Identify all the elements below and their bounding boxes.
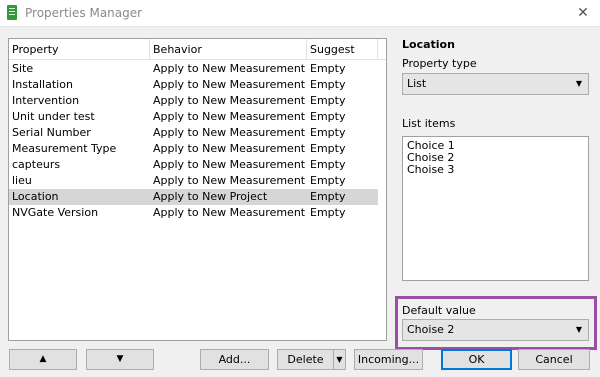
- property-type-label: Property type: [402, 57, 477, 70]
- cell-behavior: Apply to New Measurement: [153, 94, 306, 107]
- column-header-suggest[interactable]: Suggest: [307, 39, 378, 60]
- cell-property: Location: [12, 190, 59, 203]
- properties-table[interactable]: Property Behavior Suggest Site Apply to …: [8, 38, 387, 341]
- delete-menu-arrow[interactable]: ▼: [333, 349, 346, 370]
- cell-behavior: Apply to New Measurement: [153, 78, 306, 91]
- chevron-down-icon: ▼: [575, 325, 583, 334]
- cell-property: Unit under test: [12, 110, 95, 123]
- cell-property: Serial Number: [12, 126, 91, 139]
- cancel-button[interactable]: Cancel: [518, 349, 590, 370]
- spreadsheet-icon: [7, 5, 17, 20]
- list-items-label: List items: [402, 117, 456, 130]
- table-row[interactable]: Site Apply to New Measurement Empty: [9, 61, 378, 77]
- table-body: Site Apply to New Measurement Empty Inst…: [9, 61, 386, 221]
- cell-suggest: Empty: [310, 126, 346, 139]
- cell-suggest: Empty: [310, 158, 346, 171]
- table-row[interactable]: lieu Apply to New Measurement Empty: [9, 173, 378, 189]
- cell-suggest: Empty: [310, 190, 346, 203]
- cell-property: Installation: [12, 78, 73, 91]
- cell-suggest: Empty: [310, 78, 346, 91]
- cell-property: capteurs: [12, 158, 61, 171]
- cell-suggest: Empty: [310, 142, 346, 155]
- move-up-button[interactable]: ▲: [9, 349, 77, 370]
- list-items-textarea[interactable]: Choice 1 Choise 2 Choise 3: [402, 136, 589, 281]
- table-row[interactable]: Measurement Type Apply to New Measuremen…: [9, 141, 378, 157]
- cell-suggest: Empty: [310, 110, 346, 123]
- table-row[interactable]: Intervention Apply to New Measurement Em…: [9, 93, 378, 109]
- cell-behavior: Apply to New Project: [153, 190, 268, 203]
- cell-behavior: Apply to New Measurement: [153, 62, 306, 75]
- cell-suggest: Empty: [310, 94, 346, 107]
- add-button[interactable]: Add...: [200, 349, 269, 370]
- incoming-button[interactable]: Incoming...: [354, 349, 423, 370]
- property-type-value: List: [407, 77, 427, 90]
- cell-suggest: Empty: [310, 62, 346, 75]
- chevron-down-icon: ▼: [575, 79, 583, 88]
- window-title: Properties Manager: [25, 6, 143, 20]
- cell-behavior: Apply to New Measurement: [153, 174, 306, 187]
- table-row[interactable]: capteurs Apply to New Measurement Empty: [9, 157, 378, 173]
- table-row[interactable]: Serial Number Apply to New Measurement E…: [9, 125, 378, 141]
- cell-behavior: Apply to New Measurement: [153, 206, 306, 219]
- cell-behavior: Apply to New Measurement: [153, 158, 306, 171]
- table-row-selected[interactable]: Location Apply to New Project Empty: [9, 189, 378, 205]
- close-button[interactable]: ✕: [568, 3, 598, 23]
- cell-property: Measurement Type: [12, 142, 117, 155]
- cell-property: lieu: [12, 174, 32, 187]
- title-bar: Properties Manager ✕: [0, 0, 600, 27]
- table-header: Property Behavior Suggest: [9, 39, 386, 60]
- list-item: Choise 3: [407, 163, 455, 176]
- property-type-select[interactable]: List ▼: [402, 73, 589, 95]
- table-row[interactable]: Unit under test Apply to New Measurement…: [9, 109, 378, 125]
- cell-behavior: Apply to New Measurement: [153, 110, 306, 123]
- cell-suggest: Empty: [310, 174, 346, 187]
- cell-property: Intervention: [12, 94, 80, 107]
- detail-title: Location: [402, 38, 455, 51]
- cell-property: NVGate Version: [12, 206, 99, 219]
- default-value-text: Choise 2: [407, 323, 455, 336]
- move-down-button[interactable]: ▼: [86, 349, 154, 370]
- cell-behavior: Apply to New Measurement: [153, 126, 306, 139]
- table-row[interactable]: Installation Apply to New Measurement Em…: [9, 77, 378, 93]
- default-value-select[interactable]: Choise 2 ▼: [402, 319, 589, 341]
- cell-property: Site: [12, 62, 34, 75]
- cell-suggest: Empty: [310, 206, 346, 219]
- cell-behavior: Apply to New Measurement: [153, 142, 306, 155]
- delete-button[interactable]: Delete: [277, 349, 334, 370]
- ok-button[interactable]: OK: [441, 349, 512, 370]
- table-row[interactable]: NVGate Version Apply to New Measurement …: [9, 205, 378, 221]
- default-value-label: Default value: [402, 304, 476, 317]
- column-header-property[interactable]: Property: [9, 39, 150, 60]
- column-header-behavior[interactable]: Behavior: [150, 39, 307, 60]
